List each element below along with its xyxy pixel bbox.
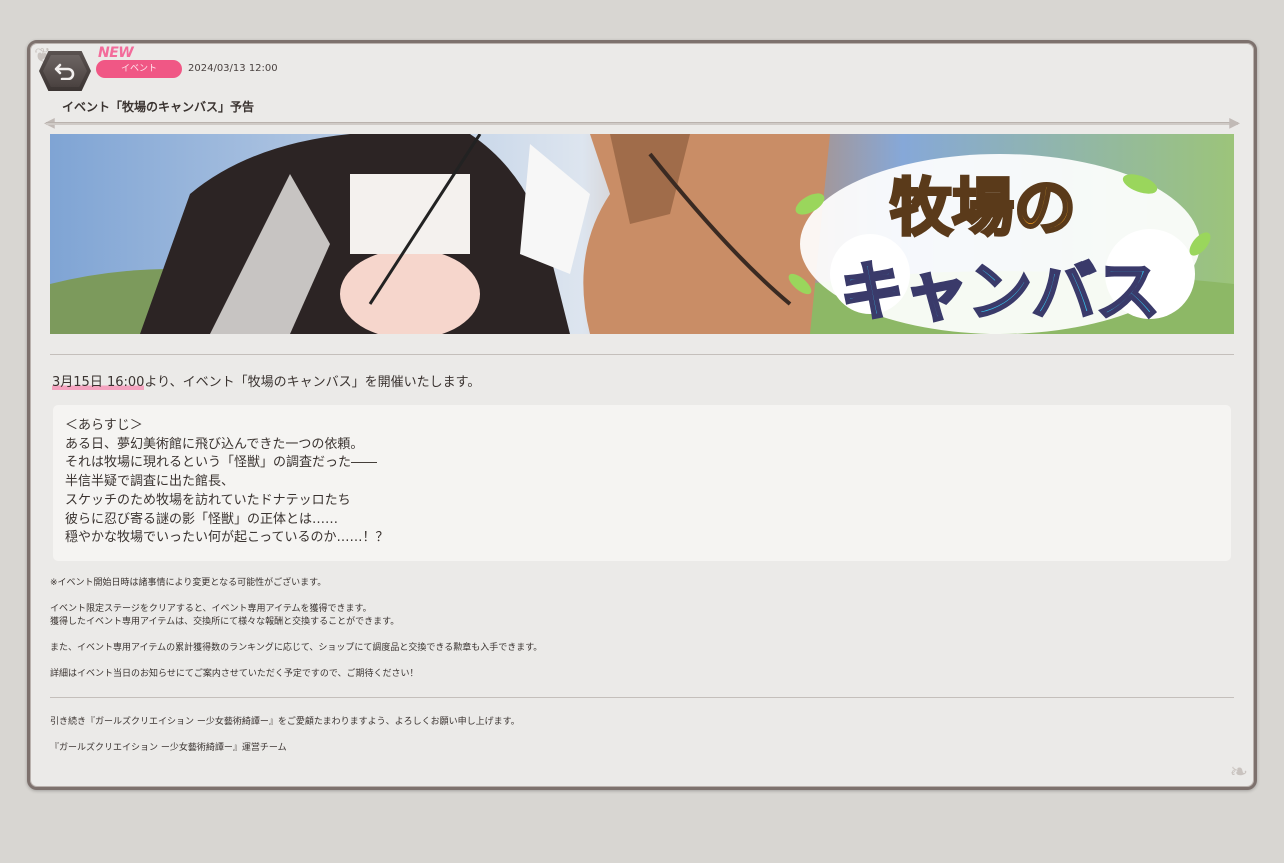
synopsis-line: 半信半疑で調査に出た館長、 [65,474,235,490]
page-title: イベント「牧場のキャンバス」予告 [62,100,255,114]
section-divider [50,354,1234,355]
synopsis-line: それは牧場に現れるという「怪獣」の調査だった―― [65,455,378,471]
synopsis-line: ある日、夢幻美術館に飛び込んできた一つの依頼。 [65,436,364,452]
note-disclaimer: ※イベント開始日時は諸事情により変更となる可能性がございます。 [50,578,327,588]
banner-logo-line2: キャンバス [840,256,1160,330]
back-arrow-icon [43,55,87,87]
synopsis-line: ＜あらすじ＞ [65,418,143,433]
synopsis-line: 彼らに忍び寄る謎の影「怪獣」の正体とは…… [65,511,339,527]
note-stage: イベント限定ステージをクリアすると、イベント専用アイテムを獲得できます。 [50,604,372,614]
signature-text: 『ガールズクリエイション ー少女藝術綺譚ー』運営チーム [50,743,287,753]
note-details: 詳細はイベント当日のお知らせにてご案内させていただく予定ですので、ご期待ください… [50,669,419,679]
synopsis-line: 穏やかな牧場でいったい何が起こっているのか……！？ [65,530,389,546]
back-button[interactable] [39,51,91,91]
lead-date-highlight: 3月15日 16:00 [52,375,145,390]
corner-ornament: ❧ [1229,760,1248,785]
note-exchange: 獲得したイベント専用アイテムは、交換所にて様々な報酬と交換することができます。 [50,617,400,627]
synopsis-box: ＜あらすじ＞ ある日、夢幻美術館に飛び込んできた一つの依頼。 それは牧場に現れる… [53,405,1231,561]
closing-text: 引き続き『ガールズクリエイション ー少女藝術綺譚ー』をご愛顧たまわりますよう、よ… [50,717,520,727]
event-banner: 牧場の キャンバス [50,134,1234,334]
notes-section: ※イベント開始日時は諸事情により変更となる可能性がございます。 イベント限定ステ… [50,577,542,681]
post-date: 2024/03/13 12:00 [188,63,278,74]
banner-logo-line1: 牧場の [890,171,1076,244]
section-divider [50,697,1234,698]
category-badge: イベント [96,60,182,78]
rule-ornament: ▶ [1229,115,1240,131]
footer-section: 引き続き『ガールズクリエイション ー少女藝術綺譚ー』をご愛顧たまわりますよう、よ… [50,716,520,755]
title-divider [46,122,1238,125]
synopsis-line: スケッチのため牧場を訪れていたドナテッロたち [65,492,351,508]
lead-text: 3月15日 16:00より、イベント「牧場のキャンバス」を開催いたします。 [52,371,480,390]
news-panel: ❦ ❧ NEW イベント 2024/03/13 12:00 イベント「牧場のキャ… [27,40,1257,790]
new-label: NEW [98,45,134,61]
lead-text-rest: より、イベント「牧場のキャンバス」を開催いたします。 [144,375,481,390]
note-ranking: また、イベント専用アイテムの累計獲得数のランキングに応じて、ショップにて調度品と… [50,643,543,653]
